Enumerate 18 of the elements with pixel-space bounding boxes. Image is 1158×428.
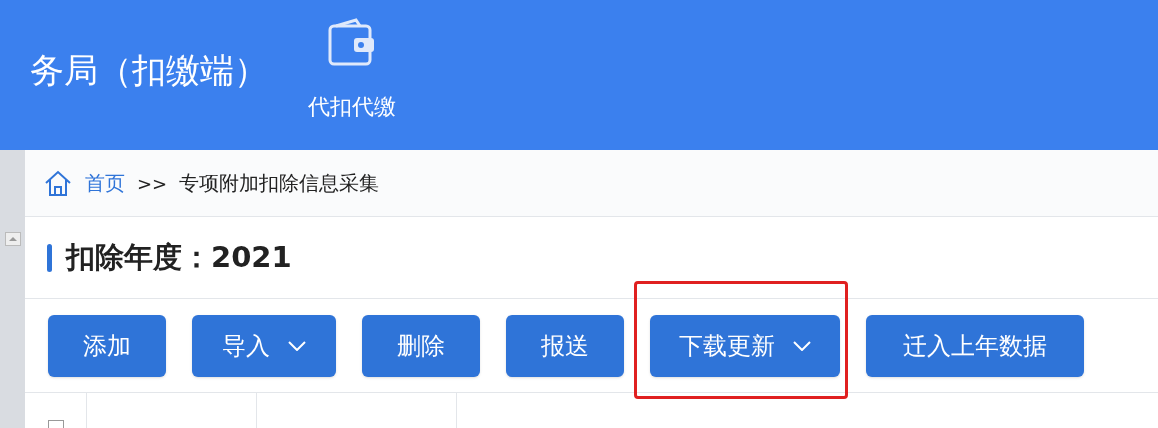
home-icon[interactable] (43, 168, 73, 198)
scroll-up-icon[interactable] (4, 232, 21, 246)
chevron-down-icon (288, 340, 306, 351)
section-marker (47, 243, 52, 272)
toolbar-button[interactable]: 迁入上年数据 (866, 314, 1084, 377)
select-all-checkbox[interactable] (47, 420, 64, 428)
toolbar-button[interactable]: 添加 (48, 314, 166, 377)
toolbar-button[interactable]: 下载更新 (650, 314, 840, 377)
home-link[interactable]: 首页 (85, 168, 125, 198)
section-title: 扣除年度：2021 (66, 238, 292, 276)
nav-item[interactable]: 代扣代缴 (308, 18, 396, 123)
breadcrumb-separator: >> (137, 171, 168, 196)
app-title: 务局（扣缴端） (30, 49, 268, 92)
toolbar-button[interactable]: 导入 (192, 314, 336, 377)
chevron-down-icon (793, 340, 811, 351)
toolbar-button[interactable]: 删除 (362, 314, 480, 377)
breadcrumb-current: 专项附加扣除信息采集 (179, 170, 380, 197)
toolbar-button[interactable]: 报送 (506, 314, 624, 377)
